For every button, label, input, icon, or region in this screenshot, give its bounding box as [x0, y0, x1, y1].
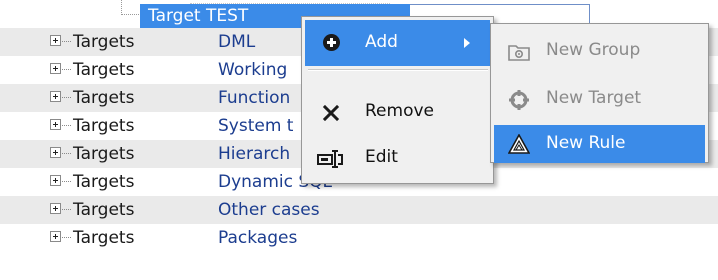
x-icon: [323, 105, 339, 121]
submenu-item-label: New Rule: [546, 133, 626, 153]
row-type: Targets: [73, 32, 135, 52]
context-menu: Add Remove Edit: [301, 16, 494, 184]
tree-connector: [62, 69, 71, 70]
menu-item-add[interactable]: Add: [305, 20, 490, 66]
submenu-arrow-icon: [464, 38, 470, 48]
tree-connector: [62, 181, 71, 182]
expand-icon[interactable]: [50, 203, 61, 214]
menu-item-label: Remove: [365, 101, 434, 121]
submenu-item-new-target[interactable]: New Target: [494, 80, 705, 120]
row-name: DML: [218, 32, 256, 52]
menu-item-edit[interactable]: Edit: [305, 141, 490, 175]
expand-icon[interactable]: [50, 35, 61, 46]
expand-icon[interactable]: [50, 63, 61, 74]
row-name: System t: [218, 116, 294, 136]
submenu-item-new-rule[interactable]: New Rule: [494, 125, 705, 163]
expand-icon[interactable]: [50, 231, 61, 242]
expand-icon[interactable]: [50, 175, 61, 186]
expand-icon[interactable]: [50, 91, 61, 102]
row-type: Targets: [73, 60, 135, 80]
target-icon: [509, 90, 529, 110]
expand-icon[interactable]: [50, 147, 61, 158]
menu-item-label: Edit: [365, 147, 398, 167]
plus-circle-icon: [323, 34, 340, 51]
warning-rule-icon: [508, 134, 530, 154]
row-type: Targets: [73, 172, 135, 192]
row-name: Hierarch: [218, 144, 291, 164]
tree-connector: [62, 125, 71, 126]
expand-icon[interactable]: [50, 119, 61, 130]
submenu-item-new-group[interactable]: New Group: [494, 32, 705, 72]
tree-row[interactable]: Targets Packages: [0, 224, 718, 252]
row-name: Other cases: [218, 200, 320, 220]
submenu-item-label: New Group: [546, 40, 641, 60]
row-type: Targets: [73, 144, 135, 164]
tree-connector: [62, 97, 71, 98]
node-type-label: Target: [148, 6, 201, 26]
tree-guide-vertical: [121, 0, 122, 15]
folder-group-icon: [508, 45, 530, 61]
row-name: Function: [218, 88, 291, 108]
row-name: Working: [218, 60, 288, 80]
row-type: Targets: [73, 88, 135, 108]
tree-row[interactable]: Targets Other cases: [0, 196, 718, 224]
tree-connector: [62, 237, 71, 238]
tree-connector: [62, 209, 71, 210]
tree-connector: [62, 41, 71, 42]
row-type: Targets: [73, 228, 135, 248]
tree-guide-horizontal: [121, 14, 139, 15]
menu-separator: [308, 69, 488, 71]
submenu-item-label: New Target: [546, 88, 642, 108]
row-name: Packages: [218, 228, 298, 248]
tree-connector: [62, 153, 71, 154]
menu-item-remove[interactable]: Remove: [305, 95, 490, 129]
menu-item-label: Add: [365, 32, 398, 52]
row-type: Targets: [73, 116, 135, 136]
node-name-label: TEST: [206, 6, 249, 26]
edit-field-icon: [317, 150, 343, 168]
add-submenu: New Group New Target New Rule: [490, 23, 709, 163]
row-type: Targets: [73, 200, 135, 220]
